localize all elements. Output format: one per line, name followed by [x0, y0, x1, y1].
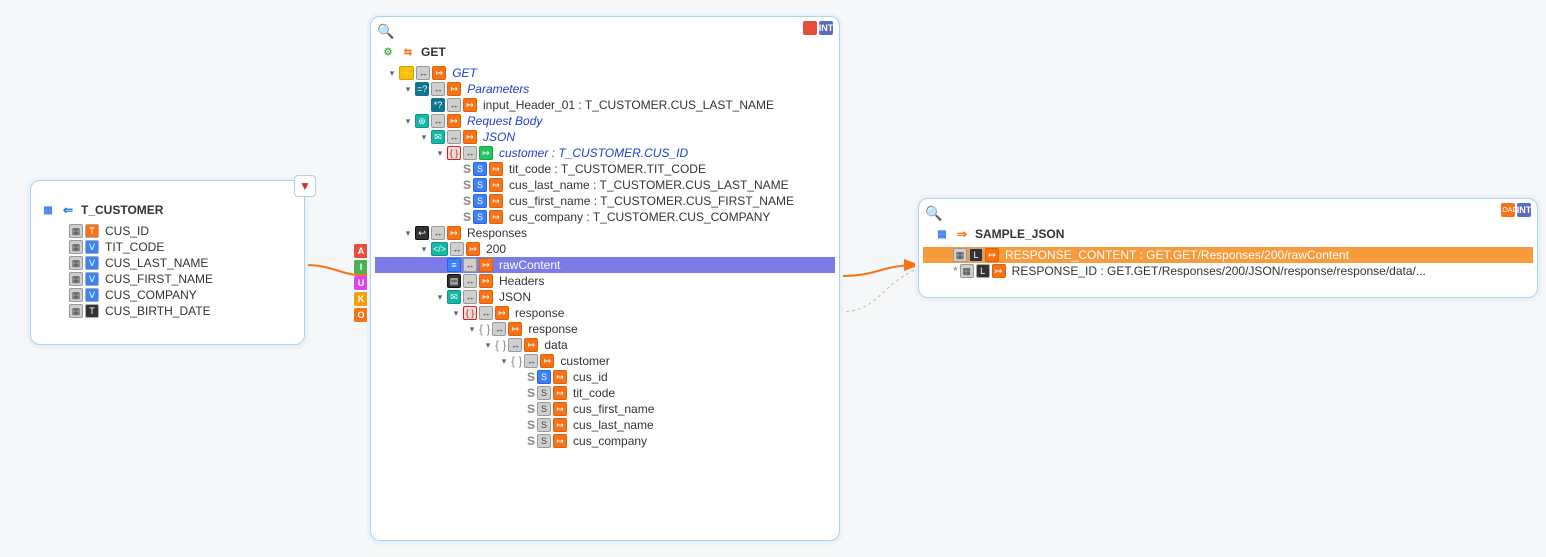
field-tit-code[interactable]: ▦V TIT_CODE	[35, 239, 300, 255]
int-badge: INT	[1517, 203, 1531, 217]
badge-k: K	[354, 292, 368, 306]
arrow-in-icon: ⇐	[61, 203, 75, 217]
field-cus-birth-date[interactable]: ▦T CUS_BIRTH_DATE	[35, 303, 300, 319]
table-icon: ▦	[41, 203, 55, 217]
field-cus-company[interactable]: ▦V CUS_COMPANY	[35, 287, 300, 303]
status-red-icon	[803, 21, 817, 35]
node-raw-content[interactable]: ≡↔↦ rawContent	[375, 257, 835, 273]
target-title: SAMPLE_JSON	[975, 227, 1064, 241]
node-rcus-first[interactable]: SS↦ cus_first_name	[375, 401, 835, 417]
node-200[interactable]: ▾</>↔↦ 200	[375, 241, 835, 257]
node-response1[interactable]: ▾{ }↔↦ response	[375, 305, 835, 321]
node-rcus-company[interactable]: SS↦ cus_company	[375, 433, 835, 449]
node-customer[interactable]: ▾{ }↔↦ customer : T_CUSTOMER.CUS_ID	[375, 145, 835, 161]
node-json1[interactable]: ▾✉↔↦ JSON	[375, 129, 835, 145]
filter-icon[interactable]: ▼	[294, 175, 316, 197]
load-badge: LOAD	[1501, 203, 1515, 217]
node-get[interactable]: ▾⚡↔↦ GET	[375, 65, 835, 81]
node-request-body[interactable]: ▾⊛↔↦ Request Body	[375, 113, 835, 129]
node-rcustomer[interactable]: ▾{ }↔↦ customer	[375, 353, 835, 369]
field-cus-first-name[interactable]: ▦V CUS_FIRST_NAME	[35, 271, 300, 287]
center-title: GET	[421, 45, 446, 59]
badge-u: U	[354, 276, 368, 290]
swap-icon: ⇆	[401, 45, 415, 59]
node-cus-last-name[interactable]: SS↦ cus_last_name : T_CUSTOMER.CUS_LAST_…	[375, 177, 835, 193]
node-rcus-last[interactable]: SS↦ cus_last_name	[375, 417, 835, 433]
int-badge: INT	[819, 21, 833, 35]
target-panel[interactable]: 🔍 LOAD INT ▦ ⇒ SAMPLE_JSON ▦L↦ RESPONSE_…	[918, 198, 1538, 298]
node-cus-company[interactable]: SS↦ cus_company : T_CUSTOMER.CUS_COMPANY	[375, 209, 835, 225]
table-icon: ▦	[935, 227, 949, 241]
node-cus-first-name[interactable]: SS↦ cus_first_name : T_CUSTOMER.CUS_FIRS…	[375, 193, 835, 209]
target-response-content[interactable]: ▦L↦ RESPONSE_CONTENT : GET.GET/Responses…	[923, 247, 1533, 263]
badge-i: I	[354, 260, 368, 274]
source-title: T_CUSTOMER	[81, 203, 163, 217]
node-headers[interactable]: ▤↔↦ Headers	[375, 273, 835, 289]
source-panel[interactable]: ▼ ▦ ⇐ T_CUSTOMER ▦T CUS_ID ▦V TIT_CODE ▦…	[30, 180, 305, 345]
arrow-out-icon: ⇒	[955, 227, 969, 241]
gear-icon: ⚙	[381, 45, 395, 59]
field-cus-last-name[interactable]: ▦V CUS_LAST_NAME	[35, 255, 300, 271]
node-rcus-id[interactable]: SS↦ cus_id	[375, 369, 835, 385]
mapping-panel[interactable]: 🔍 INT ⚙ ⇆ GET ▾⚡↔↦ GET ▾=?↔↦ Parameters …	[370, 16, 840, 541]
node-input-header[interactable]: *?↔↦ input_Header_01 : T_CUSTOMER.CUS_LA…	[375, 97, 835, 113]
node-rtit-code[interactable]: SS↦ tit_code	[375, 385, 835, 401]
node-tit-code[interactable]: SS↦ tit_code : T_CUSTOMER.TIT_CODE	[375, 161, 835, 177]
badge-o: O	[354, 308, 368, 322]
magnify-icon[interactable]: 🔍	[925, 205, 942, 222]
side-badge-strip: A I U K O	[354, 244, 368, 322]
magnify-icon[interactable]: 🔍	[377, 23, 394, 40]
badge-a: A	[354, 244, 368, 258]
node-responses[interactable]: ▾↩↔↦ Responses	[375, 225, 835, 241]
node-response2[interactable]: ▾{ }↔↦ response	[375, 321, 835, 337]
target-response-id[interactable]: *▦L↦ RESPONSE_ID : GET.GET/Responses/200…	[923, 263, 1533, 279]
node-data[interactable]: ▾{ }↔↦ data	[375, 337, 835, 353]
node-json2[interactable]: ▾✉↔↦ JSON	[375, 289, 835, 305]
node-parameters[interactable]: ▾=?↔↦ Parameters	[375, 81, 835, 97]
field-cus-id[interactable]: ▦T CUS_ID	[35, 223, 300, 239]
